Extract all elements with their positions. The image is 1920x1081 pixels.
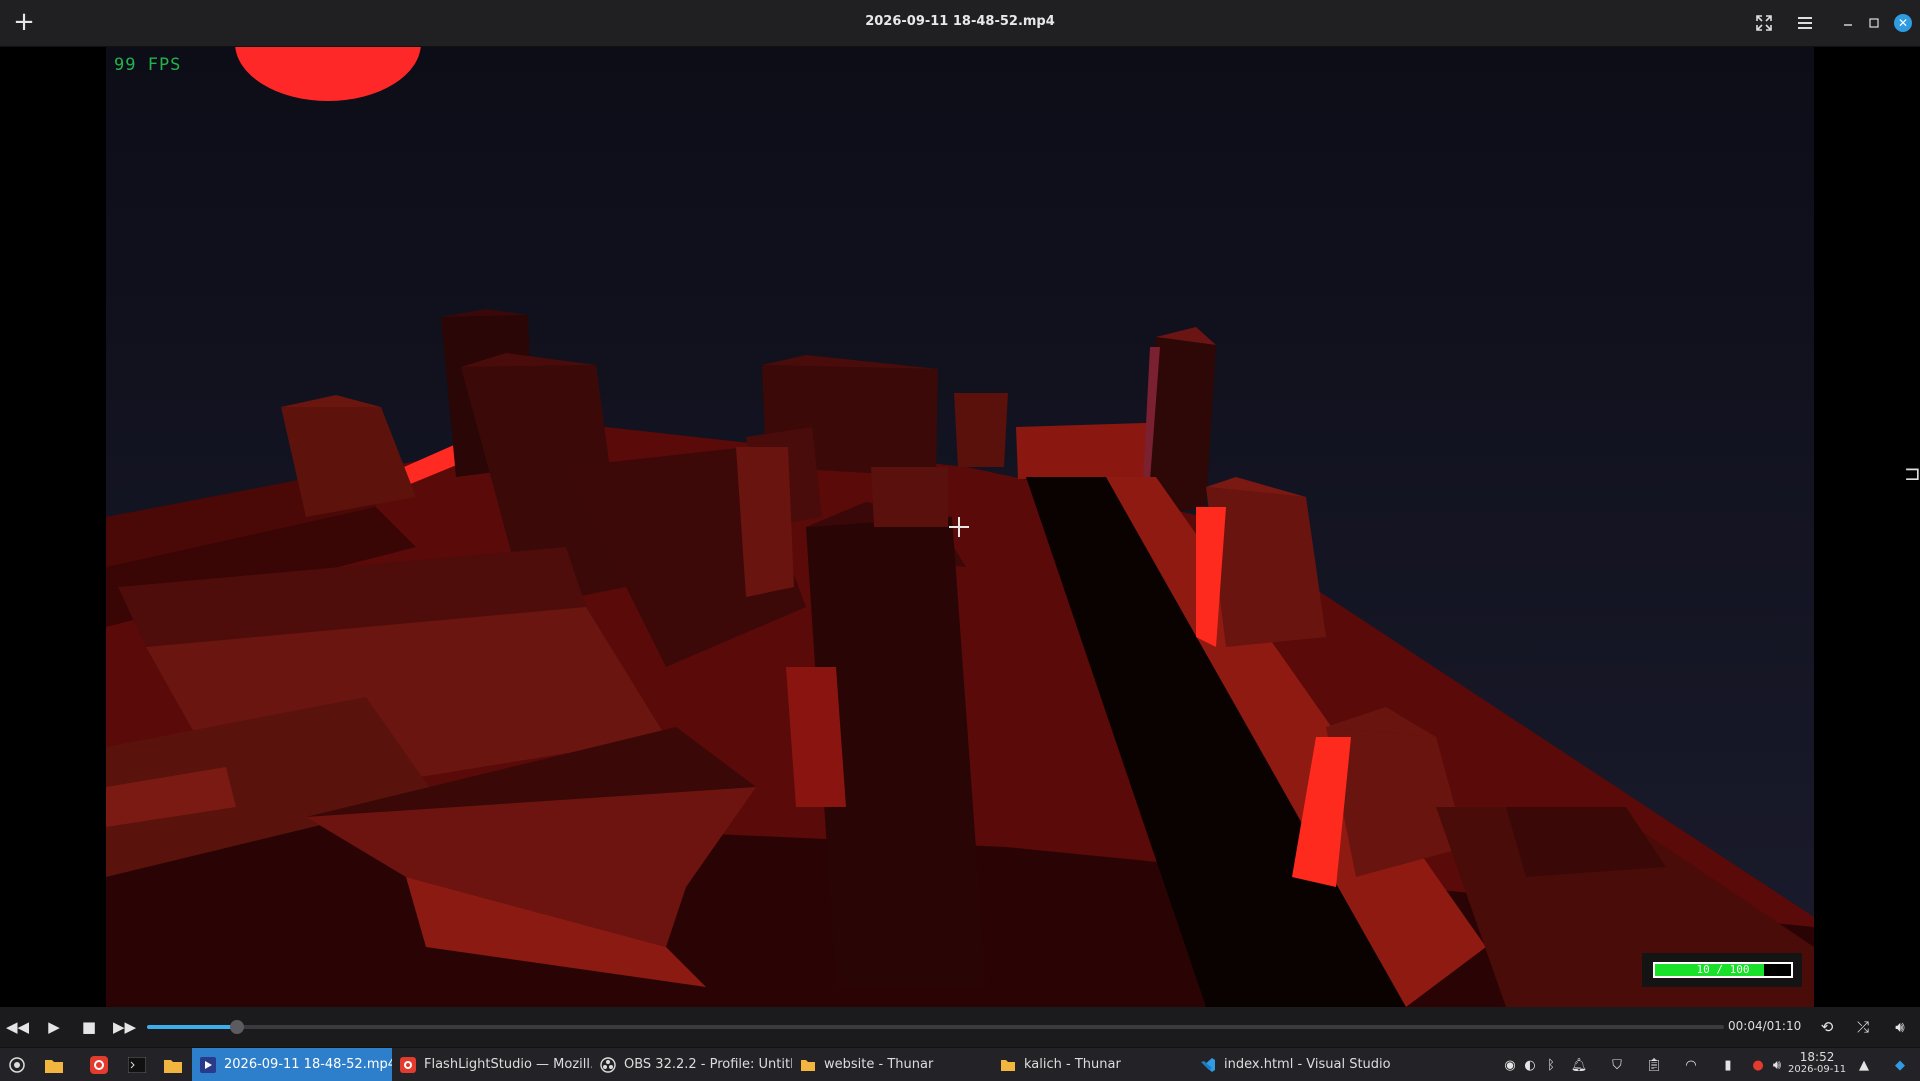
video-player-icon: [200, 1056, 216, 1073]
health-hud: 10 / 100: [1642, 953, 1802, 987]
task-thunar-kalich[interactable]: kalich - Thunar: [992, 1048, 1192, 1081]
task-video-player[interactable]: 2026-09-11 18-48-52.mp4: [192, 1048, 392, 1081]
tray-security[interactable]: ⛉: [1608, 1056, 1626, 1074]
health-bar: 10 / 100: [1653, 962, 1793, 978]
tray-microphone[interactable]: ●: [1749, 1056, 1767, 1074]
obs-icon: [600, 1056, 616, 1073]
microphone-icon: ●: [1752, 1057, 1764, 1073]
task-label: FlashLightStudio — Mozill…: [424, 1057, 592, 1072]
stop-icon: ■: [81, 1018, 97, 1036]
task-label: index.html - Visual Studio …: [1224, 1057, 1392, 1072]
app-icon: ◆: [1895, 1057, 1905, 1073]
clock-time: 18:52: [1799, 1050, 1835, 1064]
clipboard-icon: 📋︎: [1645, 1057, 1663, 1073]
crosshair: [949, 517, 969, 537]
maximize-icon: [1869, 18, 1879, 28]
repeat-button[interactable]: ⟲: [1816, 1016, 1838, 1038]
launcher-thunar[interactable]: [162, 1054, 184, 1076]
task-label: OBS 32.2.2 - Profile: Untitl…: [624, 1057, 792, 1072]
fast-forward-button[interactable]: ▶▶: [113, 1016, 137, 1038]
tray-obs[interactable]: ◉: [1501, 1056, 1519, 1074]
rewind-icon: ◀◀: [6, 1018, 30, 1036]
close-button[interactable]: ✕: [1891, 11, 1915, 35]
volume-icon: 🔊︎: [1772, 1057, 1782, 1073]
tray-notifications[interactable]: 🔔︎: [1570, 1056, 1588, 1074]
rewind-button[interactable]: ◀◀: [6, 1016, 30, 1038]
fast-forward-icon: ▶▶: [113, 1018, 137, 1036]
stop-button[interactable]: ■: [78, 1016, 100, 1038]
main-menu-button[interactable]: [1793, 11, 1817, 35]
minimize-button[interactable]: [1836, 11, 1860, 35]
player-controls: ◀◀ ▶ ■ ▶▶ 00:04/01:10 ⟲ ⤮ 🔊︎: [0, 1007, 1920, 1047]
shuffle-icon: ⤮: [1856, 1018, 1869, 1036]
tray-clipboard[interactable]: 📋︎: [1645, 1056, 1663, 1074]
folder-icon: [45, 1060, 63, 1073]
close-icon: ✕: [1894, 14, 1912, 32]
play-button[interactable]: ▶: [43, 1016, 65, 1038]
folder-icon: [164, 1060, 182, 1073]
volume-button[interactable]: 🔊︎: [1889, 1016, 1911, 1038]
bluetooth-icon: ᛒ: [1547, 1057, 1555, 1073]
play-icon: ▶: [48, 1018, 60, 1036]
seek-handle[interactable]: [229, 1020, 244, 1034]
repeat-icon: ⟲: [1820, 1018, 1834, 1036]
video-area[interactable]: 99 FPS 10 / 100 ⊐: [0, 47, 1920, 1007]
clock-date: 2026-09-11: [1788, 1064, 1847, 1075]
tray-bluetooth[interactable]: ᛒ: [1542, 1056, 1560, 1074]
shuffle-button[interactable]: ⤮: [1852, 1016, 1874, 1038]
title-bar: + 2026-09-11 18-48-52.mp4 ✕: [0, 0, 1920, 47]
wifi-icon: ◠: [1685, 1057, 1697, 1073]
taskbar: 2026-09-11 18-48-52.mp4 FlashLightStudio…: [0, 1047, 1920, 1081]
folder-icon: [1000, 1057, 1016, 1073]
launcher-terminal[interactable]: [126, 1054, 148, 1076]
desktop-icon: ▲: [1859, 1057, 1869, 1073]
fullscreen-button[interactable]: [1752, 11, 1776, 35]
resize-cursor-icon: ⊐: [1904, 461, 1920, 485]
task-label: 2026-09-11 18-48-52.mp4: [224, 1057, 392, 1072]
task-label: kalich - Thunar: [1024, 1057, 1121, 1072]
steam-icon: ◐: [1524, 1057, 1536, 1073]
volume-icon: 🔊︎: [1895, 1018, 1905, 1036]
task-firefox[interactable]: FlashLightStudio — Mozill…: [392, 1048, 592, 1081]
tray-app[interactable]: ◆: [1891, 1056, 1909, 1074]
tray-steam[interactable]: ◐: [1521, 1056, 1539, 1074]
tray-volume[interactable]: 🔊︎: [1768, 1056, 1786, 1074]
battery-icon: ▮: [1724, 1057, 1732, 1073]
fps-counter: 99 FPS: [114, 55, 182, 75]
maximize-button[interactable]: [1862, 11, 1886, 35]
task-vscode[interactable]: index.html - Visual Studio …: [1192, 1048, 1392, 1081]
minimize-icon: [1844, 24, 1852, 26]
task-thunar-website[interactable]: website - Thunar: [792, 1048, 992, 1081]
launcher-files[interactable]: [43, 1054, 65, 1076]
tray-wifi[interactable]: ◠: [1682, 1056, 1700, 1074]
time-display: 00:04/01:10: [1728, 1019, 1802, 1033]
firefox-icon: [90, 1056, 108, 1074]
clock[interactable]: 18:52 2026-09-11: [1788, 1050, 1846, 1075]
shield-icon: ⛉: [1612, 1057, 1622, 1073]
health-text: 10 / 100: [1696, 963, 1750, 976]
obs-icon: ◉: [1504, 1057, 1516, 1073]
fullscreen-icon: [1756, 15, 1772, 31]
tray-battery[interactable]: ▮: [1719, 1056, 1737, 1074]
task-label: website - Thunar: [824, 1057, 934, 1072]
seek-bar-fill: [147, 1025, 237, 1029]
seek-bar[interactable]: [147, 1020, 1724, 1034]
tray-desktop[interactable]: ▲: [1855, 1056, 1873, 1074]
terminal-icon: [128, 1057, 146, 1073]
bell-icon: 🔔︎: [1570, 1057, 1588, 1073]
firefox-icon: [400, 1056, 416, 1073]
window-title: 2026-09-11 18-48-52.mp4: [865, 14, 1055, 29]
vscode-icon: [1200, 1057, 1216, 1073]
launcher-firefox[interactable]: [88, 1054, 110, 1076]
task-obs[interactable]: OBS 32.2.2 - Profile: Untitl…: [592, 1048, 792, 1081]
app-menu-button[interactable]: [6, 1054, 28, 1076]
hamburger-icon: [1798, 17, 1812, 29]
app-menu-icon: [9, 1057, 25, 1073]
folder-icon: [800, 1057, 816, 1073]
